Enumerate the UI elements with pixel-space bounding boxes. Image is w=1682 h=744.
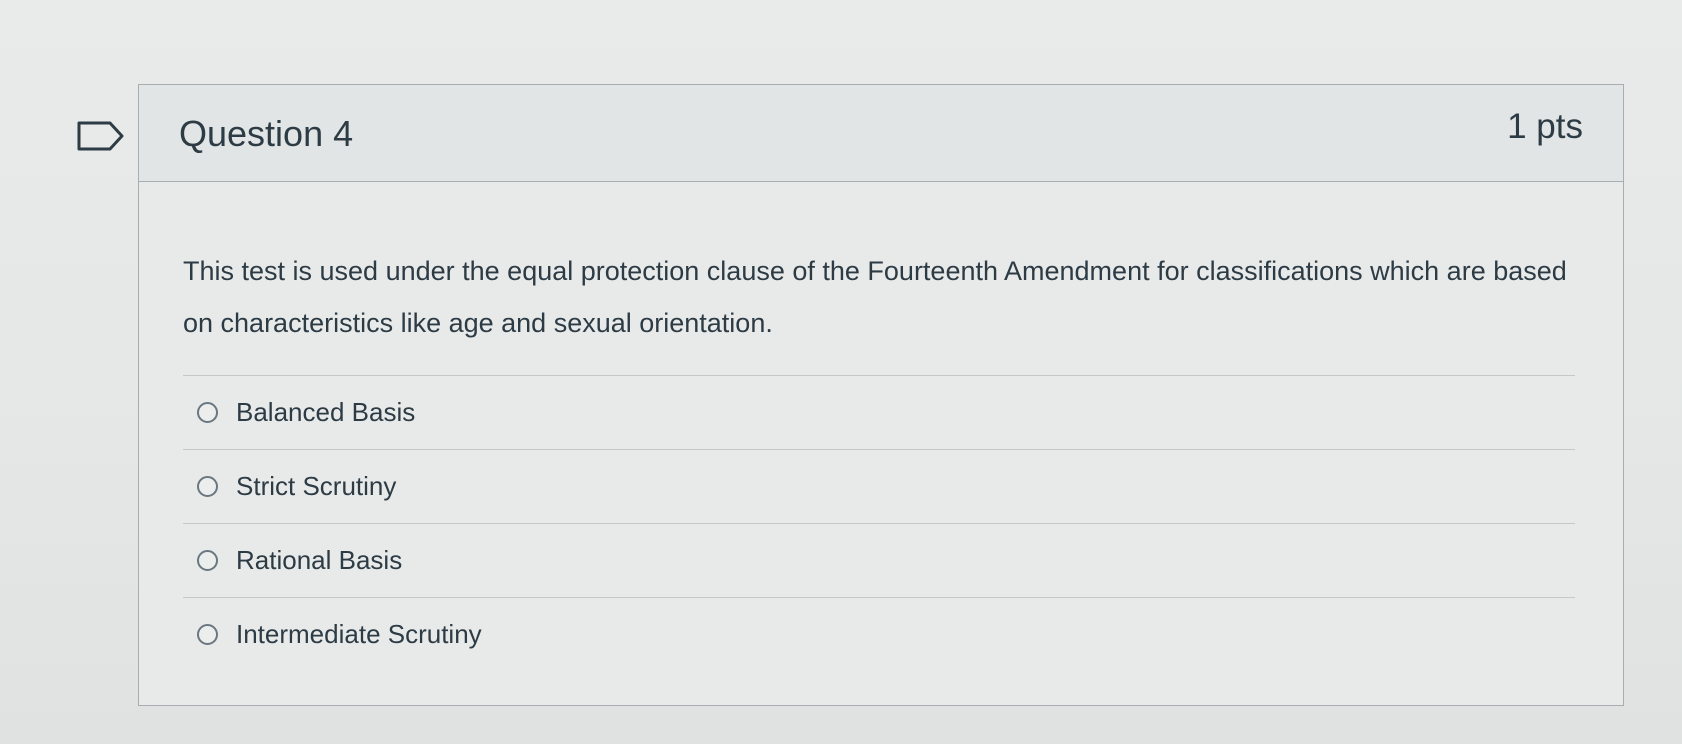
radio-button[interactable] [197,476,218,497]
answer-option-intermediate-scrutiny[interactable]: Intermediate Scrutiny [183,597,1575,671]
question-text: This test is used under the equal protec… [183,256,1567,338]
answer-label: Strict Scrutiny [236,471,397,501]
question-header: Question 4 1 pts [139,85,1623,182]
radio-button[interactable] [197,402,218,423]
flag-question-icon[interactable] [76,120,126,152]
radio-button[interactable] [197,550,218,571]
answer-list: Balanced Basis Strict Scrutiny Rational … [183,375,1575,671]
answer-option-balanced-basis[interactable]: Balanced Basis [183,375,1575,449]
answer-option-rational-basis[interactable]: Rational Basis [183,523,1575,597]
question-points: 1 pts [1507,107,1583,146]
answer-option-strict-scrutiny[interactable]: Strict Scrutiny [183,449,1575,523]
question-title: Question 4 [179,113,354,154]
answer-label: Intermediate Scrutiny [236,619,482,649]
answer-label: Balanced Basis [236,397,416,427]
radio-button[interactable] [197,624,218,645]
answer-label: Rational Basis [236,545,403,575]
flag-outline-icon [77,121,124,151]
question-card: Question 4 1 pts This test is used under… [138,84,1624,706]
